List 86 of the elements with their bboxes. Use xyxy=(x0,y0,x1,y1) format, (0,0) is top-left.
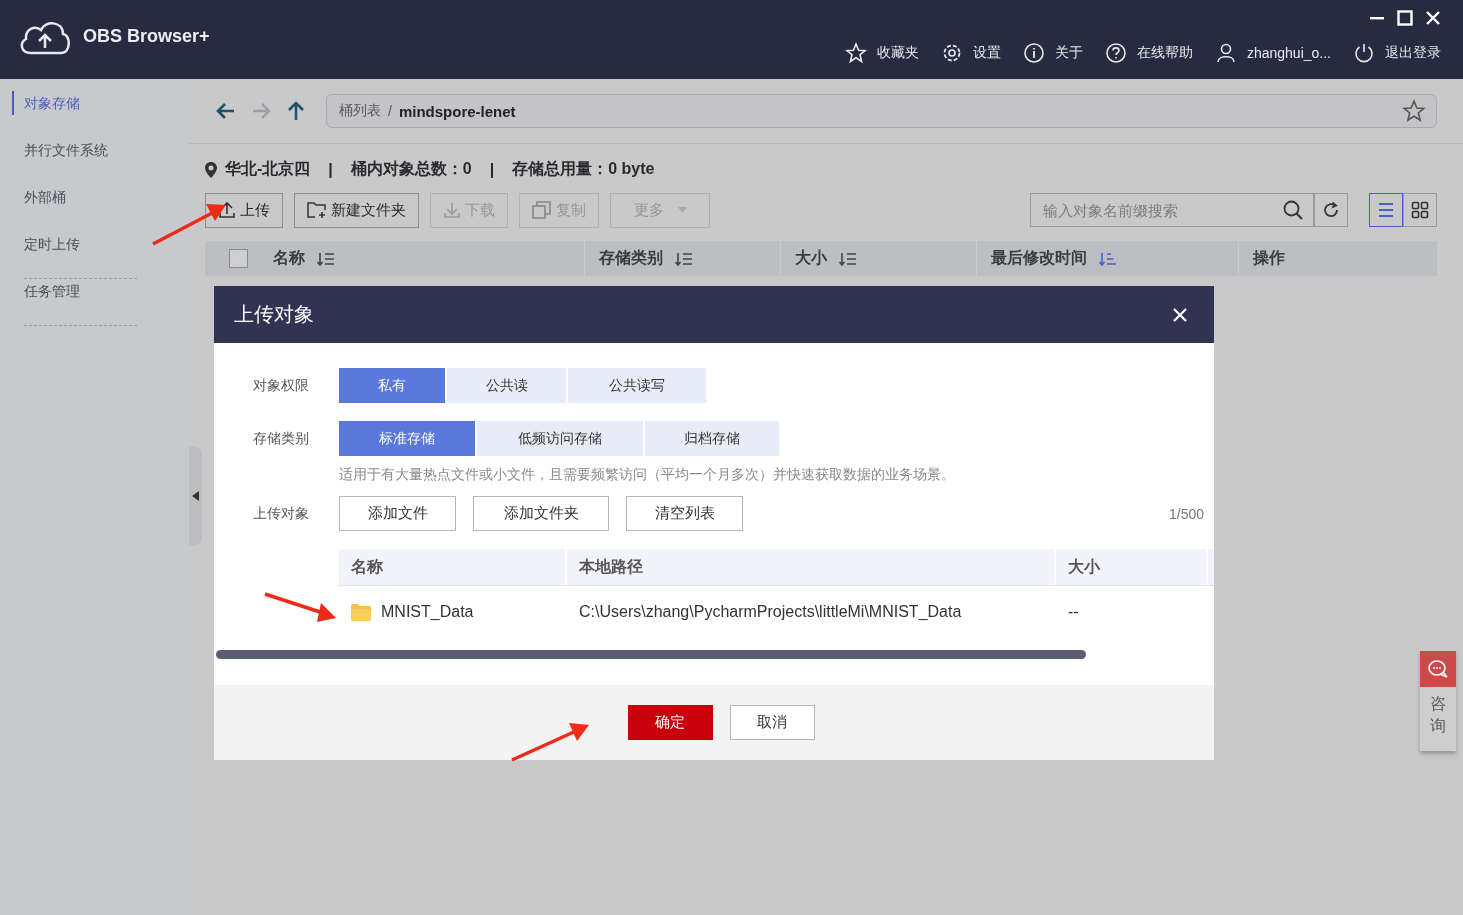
storage-class-option[interactable]: 标准存储 xyxy=(339,421,475,456)
power-icon[interactable] xyxy=(1353,42,1375,64)
folder-button[interactable]: 新建文件夹 xyxy=(294,192,419,228)
collapse-handle[interactable] xyxy=(189,447,202,545)
info-icon[interactable] xyxy=(1022,42,1045,64)
maximize-icon[interactable] xyxy=(1397,10,1413,26)
caret-icon xyxy=(192,491,199,501)
menu-link[interactable]: 收藏夹 xyxy=(876,44,919,62)
storage-class-hint: 适用于有大量热点文件或小文件，且需要频繁访问（平均一个月多次）并快速获取数据的业务场景。 xyxy=(339,466,956,484)
local-path: C:\Users\zhang\PycharmProjects\littleMi\MNIST_Data xyxy=(578,603,963,621)
close-icon[interactable] xyxy=(1425,10,1441,26)
file-count: 1/500 xyxy=(1168,505,1204,522)
consult-label[interactable]: 咨询 xyxy=(1430,693,1446,738)
sort-icon[interactable] xyxy=(317,250,335,267)
search-field[interactable]: 输入对象名前缀搜索 xyxy=(1030,193,1314,227)
select-all-checkbox[interactable] xyxy=(229,249,248,268)
close-icon[interactable] xyxy=(1173,307,1187,322)
separator: | xyxy=(489,160,495,179)
breadcrumb-link[interactable]: 桶列表 xyxy=(339,102,381,120)
sidebar-item[interactable]: 任务管理 xyxy=(24,279,137,326)
sidebar-item[interactable]: 并行文件系统 xyxy=(12,138,137,162)
consult-widget[interactable]: 咨询 xyxy=(1420,651,1456,751)
folder-plus-icon xyxy=(307,201,327,219)
menu-link[interactable]: 设置 xyxy=(972,44,1001,62)
chat-icon xyxy=(1427,659,1449,679)
star-icon[interactable] xyxy=(1402,99,1426,123)
column-header[interactable]: 最后修改时间 xyxy=(977,241,1239,276)
caret-icon xyxy=(677,207,687,213)
confirm-button[interactable]: 确定 xyxy=(627,705,713,740)
file-size: -- xyxy=(1067,603,1080,621)
sidebar-item[interactable]: 定时上传 xyxy=(24,232,137,279)
upload-option-button[interactable]: 添加文件 xyxy=(339,496,456,531)
column-header[interactable]: 名称 xyxy=(253,241,585,276)
field-label: 对象权限 xyxy=(252,376,310,395)
field-label: 存储类别 xyxy=(252,429,310,448)
grid-icon xyxy=(1411,201,1429,219)
menu-link[interactable]: zhanghui_o... xyxy=(1246,45,1331,61)
upload-option-button[interactable]: 清空列表 xyxy=(626,496,743,531)
file-name: MNIST_Data xyxy=(381,603,474,621)
grid-view-button[interactable] xyxy=(1403,193,1437,227)
region-label: 华北-北京四 xyxy=(225,159,311,179)
permission-option[interactable]: 公共读 xyxy=(447,368,566,403)
location-pin-icon xyxy=(205,161,217,178)
search-icon[interactable] xyxy=(1282,199,1304,221)
pointer-arrow xyxy=(264,592,336,622)
storage-class-option[interactable]: 低频访问存储 xyxy=(477,421,643,456)
permission-option[interactable]: 私有 xyxy=(339,368,445,403)
copy-icon xyxy=(532,201,552,219)
refresh-icon xyxy=(1322,201,1340,219)
folder-icon xyxy=(351,603,371,621)
breadcrumb-separator: / xyxy=(388,103,392,119)
cancel-button[interactable]: 取消 xyxy=(729,705,815,740)
scrollbar[interactable] xyxy=(216,650,1086,659)
dialog-title: 上传对象 xyxy=(234,302,314,327)
sort-icon[interactable] xyxy=(675,250,693,267)
permission-option[interactable]: 公共读写 xyxy=(568,368,706,403)
object-count: 桶内对象总数：0 xyxy=(350,159,472,179)
download-icon xyxy=(443,201,461,219)
sort-icon[interactable] xyxy=(1099,250,1117,267)
list-view-button[interactable] xyxy=(1369,193,1403,227)
storage-class-option[interactable]: 归档存储 xyxy=(645,421,779,456)
column-header: 大小 xyxy=(1056,549,1208,585)
refresh-button[interactable] xyxy=(1314,193,1348,227)
breadcrumb-current: mindspore-lenet xyxy=(398,102,516,120)
menu-link[interactable]: 退出登录 xyxy=(1385,44,1441,62)
list-icon xyxy=(1377,201,1395,219)
column-header: 本地路径 xyxy=(567,549,1056,585)
app-title: OBS Browser+ xyxy=(83,26,210,47)
help-icon[interactable] xyxy=(1104,42,1127,64)
upload-button[interactable]: 上传 xyxy=(205,192,283,228)
user-icon[interactable] xyxy=(1214,42,1237,64)
upload-icon xyxy=(218,201,236,219)
field-label: 上传对象 xyxy=(252,504,310,523)
upload-option-button[interactable]: 添加文件夹 xyxy=(473,496,609,531)
sidebar-item[interactable]: 外部桶 xyxy=(12,185,137,209)
column-header[interactable]: 操作 xyxy=(1239,241,1437,276)
menu-link[interactable]: 在线帮助 xyxy=(1136,44,1193,62)
column-header[interactable]: 存储类别 xyxy=(585,241,781,276)
separator: | xyxy=(328,160,333,179)
storage-usage: 存储总用量：0 byte xyxy=(512,159,655,179)
menu-link[interactable]: 关于 xyxy=(1054,44,1083,62)
column-header: 名称 xyxy=(339,549,567,585)
column-header[interactable]: 大小 xyxy=(781,241,977,276)
path-field[interactable]: 桶列表 / mindspore-lenet xyxy=(326,94,1437,128)
sidebar-item[interactable]: 对象存储 xyxy=(12,91,137,115)
sort-icon[interactable] xyxy=(839,250,857,267)
